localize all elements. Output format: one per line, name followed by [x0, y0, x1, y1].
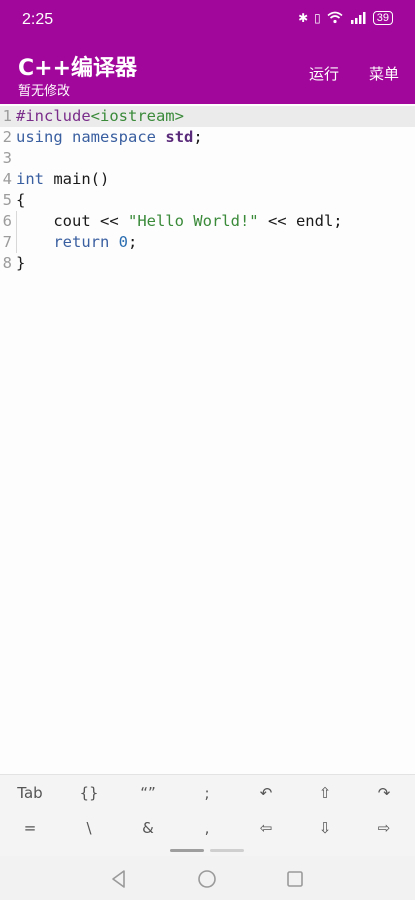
bluetooth-icon: ✱ — [298, 11, 309, 25]
stream-end: << endl; — [258, 212, 343, 230]
code-line[interactable]: 3 — [0, 148, 415, 169]
recents-icon[interactable] — [284, 868, 306, 890]
keyword: namespace — [72, 128, 157, 146]
open-brace: { — [16, 191, 26, 209]
arrow-up-icon[interactable]: ⇧ — [296, 776, 354, 810]
line-number: 1 — [2, 107, 12, 125]
undo-icon[interactable]: ↶ — [237, 776, 295, 810]
code-line[interactable]: 6 cout << "Hello World!" << endl; — [0, 211, 415, 232]
symbol-row: = \ & , ⇦ ⇩ ⇨ — [0, 811, 415, 845]
ampersand-key[interactable]: & — [119, 811, 177, 845]
line-number: 6 — [2, 212, 12, 230]
app-title: C++编译器 — [18, 56, 138, 81]
tab-key[interactable]: Tab — [1, 776, 59, 810]
preprocessor-directive: #include — [16, 107, 91, 125]
symbol-keyboard: Tab {} “” ; ↶ ⇧ ↷ = \ & , ⇦ ⇩ ⇨ — [0, 774, 415, 857]
line-number: 7 — [2, 233, 12, 251]
backslash-key[interactable]: \ — [60, 811, 118, 845]
code-line[interactable]: 7 return 0; — [0, 232, 415, 253]
menu-button[interactable]: 菜单 — [369, 63, 399, 84]
function-signature: main() — [44, 170, 110, 188]
quotes-key[interactable]: “” — [119, 776, 177, 810]
arrow-down-icon[interactable]: ⇩ — [296, 811, 354, 845]
include-target: <iostream> — [90, 107, 184, 125]
vibrate-icon: ▯ — [314, 11, 321, 25]
line-number: 8 — [2, 254, 12, 272]
semicolon: ; — [193, 128, 203, 146]
signal-icon — [349, 11, 367, 25]
keyword: int — [16, 170, 44, 188]
indent-guide — [16, 211, 17, 253]
line-number: 4 — [2, 170, 12, 188]
modification-status: 暂无修改 — [18, 84, 71, 99]
app-bar: 2:25 ✱ ▯ 39 C++编译器 暂无修改 运行 菜单 — [0, 0, 415, 104]
page-indicator — [210, 849, 244, 852]
semicolon: ; — [128, 233, 138, 251]
close-brace: } — [16, 254, 26, 272]
code-line[interactable]: 4 int main() — [0, 169, 415, 190]
arrow-right-icon[interactable]: ⇨ — [355, 811, 413, 845]
comma-key[interactable]: , — [178, 811, 236, 845]
wifi-icon — [327, 11, 343, 25]
run-button[interactable]: 运行 — [309, 63, 339, 84]
code-line[interactable]: 5 { — [0, 190, 415, 211]
keyword: return — [53, 233, 110, 251]
status-icons: ✱ ▯ 39 — [298, 11, 393, 25]
code-line[interactable]: 2 using namespace std; — [0, 127, 415, 148]
equals-key[interactable]: = — [1, 811, 59, 845]
symbol-row: Tab {} “” ; ↶ ⇧ ↷ — [0, 776, 415, 810]
line-number: 2 — [2, 128, 12, 146]
home-icon[interactable] — [196, 868, 218, 890]
namespace-name: std — [165, 128, 194, 146]
keyword: using — [16, 128, 63, 146]
stream-statement: cout << — [16, 212, 128, 230]
arrow-left-icon[interactable]: ⇦ — [237, 811, 295, 845]
code-line[interactable]: 8 } — [0, 253, 415, 274]
code-editor[interactable]: 1 #include<iostream> 2 using namespace s… — [0, 104, 415, 774]
page-indicator-active — [170, 849, 204, 852]
line-number: 5 — [2, 191, 12, 209]
battery-icon: 39 — [372, 11, 393, 25]
line-number: 3 — [2, 149, 12, 167]
redo-icon[interactable]: ↷ — [355, 776, 413, 810]
semicolon-key[interactable]: ; — [178, 776, 236, 810]
back-icon[interactable] — [108, 868, 130, 890]
braces-key[interactable]: {} — [60, 776, 118, 810]
system-nav-bar — [0, 856, 415, 900]
code-line[interactable]: 1 #include<iostream> — [0, 106, 415, 127]
status-time: 2:25 — [22, 11, 54, 28]
string-literal: "Hello World!" — [127, 212, 259, 230]
number-literal: 0 — [118, 233, 129, 251]
